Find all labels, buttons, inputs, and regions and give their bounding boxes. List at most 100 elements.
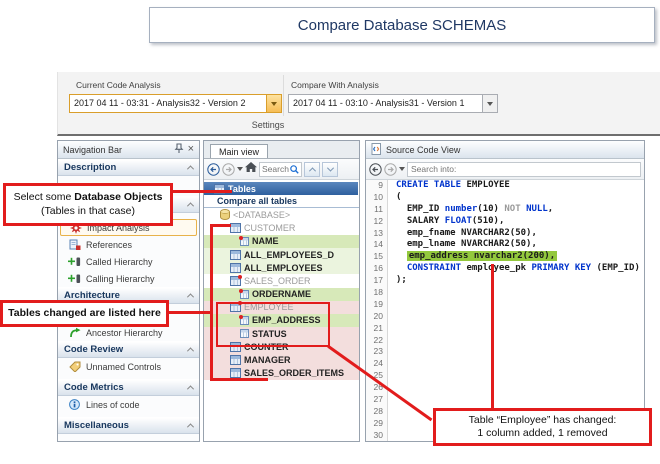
callout1-text: Select some xyxy=(14,191,75,203)
connector-line xyxy=(491,264,494,410)
back-arrow-icon[interactable] xyxy=(207,163,220,176)
compare-analysis-combobox[interactable]: 2017 04 11 - 03:10 - Analysis31 - Versio… xyxy=(288,94,498,113)
back-arrow-icon[interactable] xyxy=(369,163,382,176)
toolbar-dropdown-caret-icon[interactable] xyxy=(237,167,243,171)
sidebar-item-lines-of-code[interactable]: Lines of code xyxy=(58,396,199,413)
line-number: 14 xyxy=(366,239,388,251)
line-number: 21 xyxy=(366,323,388,335)
sidebar-item-called-hierarchy[interactable]: Called Hierarchy xyxy=(58,253,199,270)
code-line: 11 EMP_ID number(10) NOT NULL, xyxy=(366,204,644,216)
line-number: 12 xyxy=(366,216,388,228)
main-view-toolbar xyxy=(204,159,359,180)
line-number: 16 xyxy=(366,263,388,275)
code-line: 13 emp_fname NVARCHAR2(50), xyxy=(366,228,644,240)
forward-arrow-icon[interactable] xyxy=(222,163,235,176)
current-analysis-combobox[interactable]: 2017 04 11 - 03:31 - Analysis32 - Versio… xyxy=(69,94,282,113)
note-line2: 1 column added, 1 removed xyxy=(477,427,607,440)
chevron-up-icon xyxy=(187,385,194,392)
line-number: 15 xyxy=(366,251,388,263)
callout-employee-changed: Table “Employee” has changed: 1 column a… xyxy=(433,408,652,446)
code-line: 16 CONSTRAINT employee_pk PRIMARY KEY (E… xyxy=(366,263,644,275)
code-line: 14 emp_lname NVARCHAR2(50), xyxy=(366,239,644,251)
called-hierarchy-icon xyxy=(68,256,81,268)
search-icon xyxy=(290,165,299,174)
scroll-down-chevron-button[interactable] xyxy=(322,162,338,177)
unnamed-controls-icon xyxy=(68,361,81,373)
table-changed-icon xyxy=(230,276,241,286)
ribbon-group-separator xyxy=(283,75,284,116)
code-line: 17); xyxy=(366,275,644,287)
dropdown-caret-icon xyxy=(271,102,277,106)
current-analysis-value: 2017 04 11 - 03:31 - Analysis32 - Versio… xyxy=(70,95,266,112)
line-number: 27 xyxy=(366,394,388,406)
sidebar-item-references[interactable]: References xyxy=(58,236,199,253)
column-changed-icon xyxy=(240,237,249,246)
line-number: 24 xyxy=(366,358,388,370)
compare-analysis-dropdown-button[interactable] xyxy=(482,95,497,112)
source-view-titlebar: Source Code View xyxy=(366,141,644,159)
main-search-box[interactable] xyxy=(259,162,302,177)
changed-line-highlight: emp_address nvarchar2(200), xyxy=(407,251,557,261)
tree-row-sales-order[interactable]: SALES_ORDER xyxy=(204,274,359,287)
line-number: 19 xyxy=(366,299,388,311)
compare-analysis-value: 2017 04 11 - 03:10 - Analysis31 - Versio… xyxy=(289,95,482,112)
settings-ribbon: Current Code Analysis 2017 04 11 - 03:31… xyxy=(57,72,660,136)
source-code-icon xyxy=(371,143,382,157)
tree-row-all-employees[interactable]: ALL_EMPLOYEES xyxy=(204,261,359,274)
main-search-input[interactable] xyxy=(262,164,290,174)
line-number: 20 xyxy=(366,311,388,323)
chevron-down-icon xyxy=(326,164,333,171)
ribbon-group-caption: Settings xyxy=(58,120,478,130)
line-number: 18 xyxy=(366,287,388,299)
code-line: 26 xyxy=(366,382,644,394)
home-icon[interactable] xyxy=(245,160,257,178)
references-icon xyxy=(68,239,81,251)
code-line: 10( xyxy=(366,192,644,204)
source-search-input[interactable] xyxy=(407,162,641,177)
nav-section-header-code-metrics[interactable]: Code Metrics xyxy=(58,379,199,396)
code-line: 15 emp_address nvarchar2(200), xyxy=(366,251,644,263)
code-line: 21 xyxy=(366,323,644,335)
scroll-up-chevron-button[interactable] xyxy=(304,162,320,177)
line-number: 29 xyxy=(366,418,388,430)
nav-section-header-code-review[interactable]: Code Review xyxy=(58,341,199,358)
tree-row-ordername[interactable]: ORDERNAME xyxy=(204,288,359,301)
table-icon xyxy=(230,250,241,260)
sidebar-item-unnamed-controls[interactable]: Unnamed Controls xyxy=(58,358,199,375)
code-line: 20 xyxy=(366,311,644,323)
calling-hierarchy-icon xyxy=(68,273,81,285)
line-number: 10 xyxy=(366,192,388,204)
tree-row-manager[interactable]: MANAGER xyxy=(204,353,359,366)
table-icon xyxy=(230,263,241,273)
chevron-up-icon xyxy=(187,165,194,172)
line-number: 11 xyxy=(366,204,388,216)
toolbar-dropdown-caret-icon[interactable] xyxy=(399,167,405,171)
code-line: 25 xyxy=(366,370,644,382)
code-line: 24 xyxy=(366,358,644,370)
note-line1: Table “Employee” has changed: xyxy=(469,414,617,427)
code-line: 18 xyxy=(366,287,644,299)
tree-row-database[interactable]: <DATABASE> xyxy=(204,208,359,221)
bracket-line xyxy=(210,378,268,381)
sidebar-item-calling-hierarchy[interactable]: Calling Hierarchy xyxy=(58,270,199,287)
pin-icon[interactable] xyxy=(174,143,184,156)
close-icon[interactable]: × xyxy=(188,144,194,155)
tree-row-name[interactable]: NAME xyxy=(204,235,359,248)
main-view-panel: Main view TablesCompare all tables <DATAB… xyxy=(203,140,360,442)
tree-row-tables[interactable]: Tables xyxy=(204,182,358,195)
tree-row-compare-all-tables[interactable]: Compare all tables xyxy=(204,195,359,208)
tree-row-all-employees-d[interactable]: ALL_EMPLOYEES_D xyxy=(204,248,359,261)
page-title-banner: Compare Database SCHEMAS xyxy=(149,7,655,43)
tree-row-label: CUSTOMER xyxy=(244,223,295,233)
source-view-title: Source Code View xyxy=(386,145,460,155)
tab-main-view[interactable]: Main view xyxy=(210,144,268,158)
forward-arrow-icon[interactable] xyxy=(384,163,397,176)
nav-section-header-miscellaneous[interactable]: Miscellaneous xyxy=(58,417,199,434)
line-number: 30 xyxy=(366,430,388,441)
current-analysis-dropdown-button[interactable] xyxy=(266,95,281,112)
source-code-view-panel: Source Code View 9CREATE TABLE EMPLOYEE1… xyxy=(365,140,645,442)
database-icon xyxy=(220,209,230,220)
tree-row-label: <DATABASE> xyxy=(233,210,290,220)
nav-section-header-description[interactable]: Description xyxy=(58,159,199,176)
line-number: 23 xyxy=(366,346,388,358)
